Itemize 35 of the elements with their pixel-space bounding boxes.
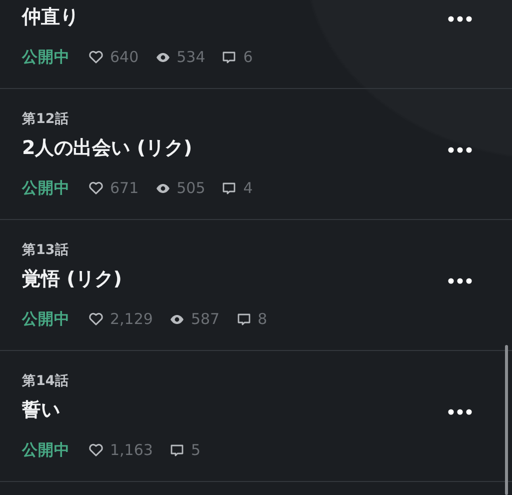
more-icon[interactable] [448, 278, 472, 284]
comment-count: 4 [243, 179, 253, 197]
status-label: 公開中 [22, 46, 70, 68]
more-icon[interactable] [448, 147, 472, 153]
episode-title[interactable]: 覚悟 (リク) [22, 265, 122, 293]
comment-count: 8 [258, 310, 268, 328]
view-count: 587 [190, 310, 220, 328]
status-label: 公開中 [22, 440, 70, 460]
status-label: 公開中 [22, 178, 70, 198]
comment-count: 6 [243, 48, 253, 66]
like-icon [88, 49, 104, 65]
episode-title[interactable]: 2人の出会い (リク) [22, 134, 192, 162]
scrollbar[interactable] [505, 345, 508, 495]
comment-icon [236, 311, 252, 327]
comment-count: 5 [190, 441, 200, 459]
comment-icon [168, 442, 185, 458]
like-count: 2,129 [110, 310, 153, 328]
episode-number: 第14話 [22, 372, 69, 391]
comment-icon [221, 49, 238, 65]
episode-title[interactable]: 誓い [22, 396, 60, 424]
like-count: 640 [110, 48, 139, 66]
like-count: 1,163 [110, 441, 153, 459]
episode-number: 第13話 [22, 241, 69, 260]
like-count: 671 [110, 179, 139, 197]
like-icon [88, 180, 104, 196]
comment-icon [221, 180, 238, 196]
status-label: 公開中 [22, 308, 70, 330]
more-icon[interactable] [448, 409, 472, 415]
view-count: 505 [176, 179, 206, 197]
view-count: 534 [176, 48, 206, 66]
like-icon [88, 442, 104, 458]
episode-number: 第12話 [22, 110, 69, 129]
like-icon [88, 311, 104, 327]
episode-title[interactable]: 仲直り [22, 3, 79, 31]
more-icon[interactable] [448, 16, 472, 22]
